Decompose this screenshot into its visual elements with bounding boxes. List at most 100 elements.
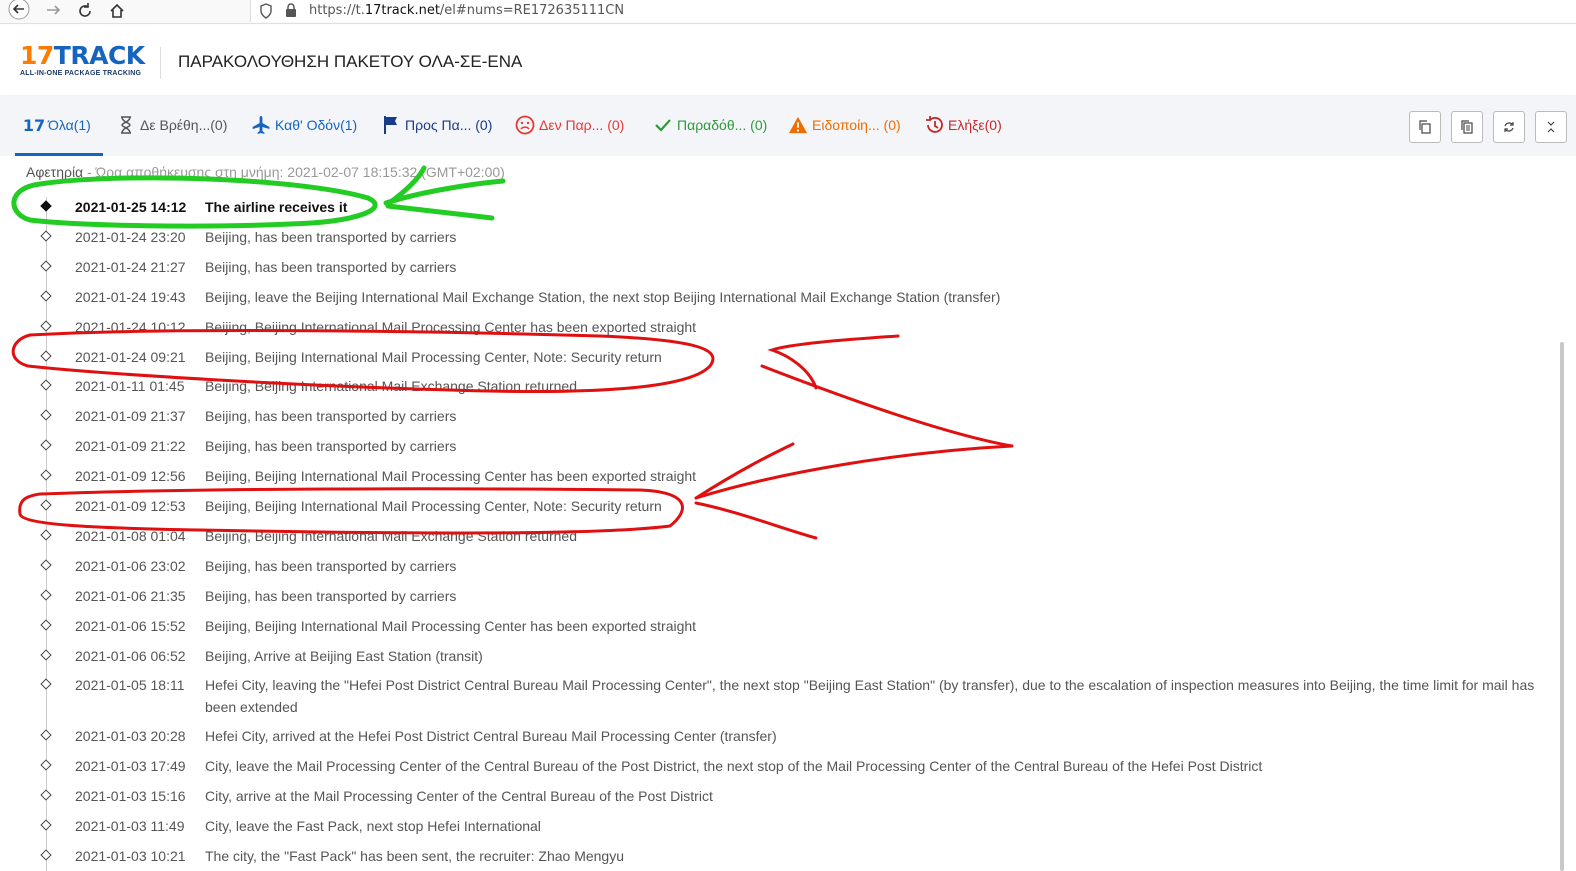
home-icon: [110, 3, 124, 18]
history-icon: [924, 115, 944, 135]
event-time: 2021-01-24 21:27: [75, 258, 186, 275]
event-time: 2021-01-09 12:53: [75, 498, 186, 514]
event-description: Beijing, leave the Beijing International…: [205, 288, 1001, 305]
active-tab-indicator: [15, 153, 103, 156]
event-time: 2021-01-06 15:52: [75, 617, 186, 634]
event-time: 2021-01-03 15:16: [75, 788, 186, 805]
back-button[interactable]: [6, 0, 32, 22]
event-time: 2021-01-24 19:43: [75, 288, 186, 305]
event-description: Beijing, Beijing International Mail Proc…: [205, 468, 697, 485]
tab-expired[interactable]: Ελήξε(0): [924, 112, 1002, 138]
timeline-dot-icon: [40, 349, 52, 362]
timeline-dot-icon: [40, 319, 52, 332]
timeline-dot-icon: [40, 230, 52, 242]
tab-in-transit-label: Καθ' Οδόν(1): [275, 117, 358, 133]
logo-word: TRACK: [53, 41, 145, 70]
17-logo-icon: 17: [22, 115, 46, 135]
warning-icon: [788, 115, 808, 135]
event-time: 2021-01-06 06:52: [75, 647, 186, 664]
event-description: Beijing, Beijing International Mail Proc…: [205, 498, 662, 514]
tab-delivered[interactable]: Παραδόθ... (0): [653, 112, 767, 138]
event-time: 2021-01-03 17:49: [75, 758, 186, 775]
copy-details-icon: [1461, 120, 1473, 134]
event-time: 2021-01-11 01:45: [75, 378, 185, 395]
tab-all-label: Όλα(1): [48, 117, 91, 133]
home-button[interactable]: [104, 0, 130, 22]
copy-icon: [1419, 120, 1431, 134]
reload-button[interactable]: [72, 0, 98, 22]
event-description: Hefei City, leaving the "Hefei Post Dist…: [205, 677, 1535, 716]
event-description: Beijing, Beijing International Mail Proc…: [205, 617, 697, 634]
timeline-dot-icon: [40, 618, 52, 631]
event-description: Beijing, has been transported by carrier…: [205, 557, 457, 574]
event-description: Beijing, has been transported by carrier…: [205, 228, 457, 245]
event-time: 2021-01-24 09:21: [75, 348, 186, 365]
event-description: The airline receives it: [205, 199, 348, 215]
timeline-dot-icon: [40, 409, 52, 421]
flag-icon: [381, 115, 401, 135]
timeline-dot-icon: [40, 789, 52, 801]
scrollbar[interactable]: [1560, 342, 1564, 871]
forward-arrow-icon: [47, 5, 61, 15]
logo-tagline: ALL-IN-ONE PACKAGE TRACKING: [20, 70, 142, 77]
timeline-dot-icon: [40, 849, 52, 861]
app-header: 17TRACK ALL-IN-ONE PACKAGE TRACKING ΠΑΡΑ…: [0, 25, 1576, 95]
tab-pick-up[interactable]: Προς Πα... (0): [381, 112, 492, 138]
event-description: City, leave the Mail Processing Center o…: [205, 758, 1263, 775]
origin-saved-time: - Ώρα αποθήκευσης στη μνήμη: 2021-02-07 …: [83, 164, 505, 180]
collapse-button[interactable]: [1535, 111, 1567, 143]
tab-not-found[interactable]: Δε Βρέθη...(0): [116, 112, 227, 138]
event-time: 2021-01-06 23:02: [75, 557, 186, 574]
event-description: The city, the "Fast Pack" has been sent,…: [205, 847, 624, 864]
timeline-dot-icon: [40, 469, 52, 481]
collapse-icon: [1547, 121, 1555, 133]
event-time: 2021-01-03 10:21: [75, 847, 186, 864]
event-time: 2021-01-09 21:22: [75, 438, 186, 455]
timeline-dot-icon: [40, 529, 52, 541]
event-time: 2021-01-03 11:49: [75, 818, 185, 834]
event-description: Beijing, has been transported by carrier…: [205, 258, 457, 275]
status-tab-bar: 17 Όλα(1) Δε Βρέθη...(0) Καθ' Οδόν(1) Πρ…: [0, 96, 1576, 156]
timeline-dot-icon: [40, 589, 52, 601]
tab-alert-label: Ειδοποίη... (0): [812, 117, 901, 133]
event-time: 2021-01-06 21:35: [75, 587, 186, 604]
timeline-dot-icon: [40, 648, 52, 661]
address-bar[interactable]: https://t.17track.net/el#nums=RE17263511…: [250, 0, 1576, 22]
event-description: Beijing, Arrive at Beijing East Station …: [205, 647, 483, 664]
logo-number: 17: [20, 41, 54, 70]
event-description: Beijing, has been transported by carrier…: [205, 408, 457, 425]
tab-alert[interactable]: Ειδοποίη... (0): [788, 112, 901, 138]
event-description: Hefei City, arrived at the Hefei Post Di…: [205, 728, 777, 745]
forward-button[interactable]: [40, 0, 66, 22]
tab-in-transit[interactable]: Καθ' Οδόν(1): [251, 112, 357, 138]
tab-all[interactable]: 17 Όλα(1): [22, 112, 91, 138]
tab-undelivered[interactable]: Δεν Παρ... (0): [515, 112, 624, 138]
tab-pick-up-label: Προς Πα... (0): [405, 117, 493, 133]
back-arrow-icon: [8, 0, 30, 20]
url-text[interactable]: https://t.17track.net/el#nums=RE17263511…: [309, 3, 624, 18]
url-prefix: https://t.: [309, 3, 365, 18]
copy-button[interactable]: [1409, 111, 1441, 143]
page-title: ΠΑΡΑΚΟΛΟΥΘΗΣΗ ΠΑΚΕΤΟΥ ΟΛΑ-ΣΕ-ΕΝΑ: [178, 52, 523, 71]
checkmark-icon: [653, 115, 673, 135]
event-time: 2021-01-08 01:04: [75, 527, 186, 544]
event-description: City, arrive at the Mail Processing Cent…: [205, 788, 713, 805]
hourglass-icon: [116, 115, 136, 135]
reload-icon: [79, 3, 91, 17]
timeline-dot-icon: [40, 260, 52, 272]
sad-face-icon: [515, 115, 535, 135]
event-description: City, leave the Fast Pack, next stop Hef…: [205, 818, 541, 834]
event-description: Beijing, Beijing International Mail Proc…: [205, 348, 662, 365]
timeline-dot-icon: [40, 499, 52, 511]
url-domain: 17track.net: [364, 3, 440, 18]
timeline-dot-icon: [40, 559, 52, 571]
event-time: 2021-01-03 20:28: [75, 728, 186, 745]
logo[interactable]: 17TRACK ALL-IN-ONE PACKAGE TRACKING: [20, 43, 150, 83]
tab-delivered-label: Παραδόθ... (0): [677, 117, 768, 133]
timeline-dot-icon: [40, 729, 52, 741]
url-suffix: /el#nums=RE172635111CN: [439, 3, 625, 18]
copy-details-button[interactable]: [1451, 111, 1483, 143]
refresh-button[interactable]: [1493, 111, 1525, 143]
shield-icon: [260, 3, 272, 19]
timeline-dot-icon: [40, 290, 52, 302]
